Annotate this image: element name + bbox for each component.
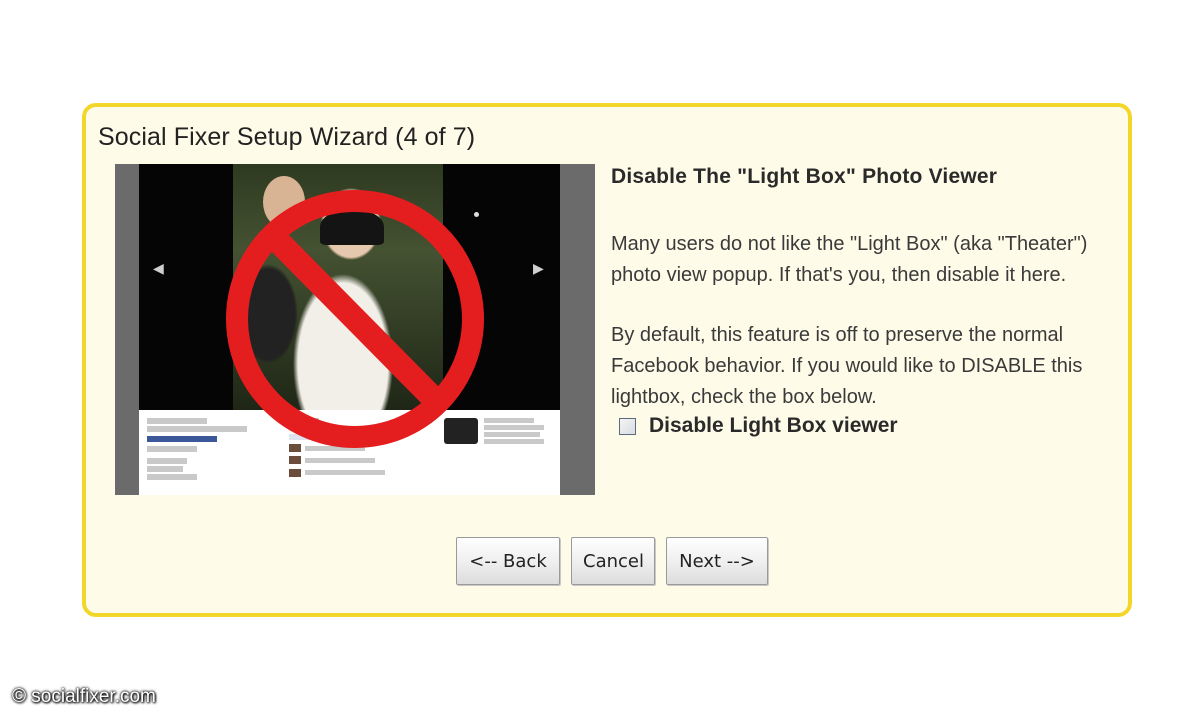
cancel-button[interactable]: Cancel [571,537,655,585]
wizard-buttons: <-- Back Cancel Next --> [456,537,768,585]
page: Social Fixer Setup Wizard (4 of 7) ◀ ▶ D… [0,0,1200,720]
disable-lightbox-option[interactable]: Disable Light Box viewer [619,414,1121,438]
lightbox-preview-image: ◀ ▶ [115,164,595,495]
disable-lightbox-checkbox[interactable] [619,417,636,435]
disable-lightbox-label[interactable]: Disable Light Box viewer [649,414,898,438]
option-heading: Disable The "Light Box" Photo Viewer [611,165,998,188]
next-button[interactable]: Next --> [666,537,768,585]
back-button[interactable]: <-- Back [456,537,560,585]
setup-wizard-dialog: Social Fixer Setup Wizard (4 of 7) ◀ ▶ D… [82,103,1132,617]
option-description-paragraph-2: By default, this feature is off to prese… [611,324,1083,408]
option-description: Disable The "Light Box" Photo Viewer Man… [611,165,1121,438]
wizard-title: Social Fixer Setup Wizard (4 of 7) [98,123,476,151]
prohibition-sign-icon [226,190,484,448]
option-description-paragraph-1: Many users do not like the "Light Box" (… [611,233,1088,286]
copyright-watermark: © socialfixer.com [12,686,156,707]
